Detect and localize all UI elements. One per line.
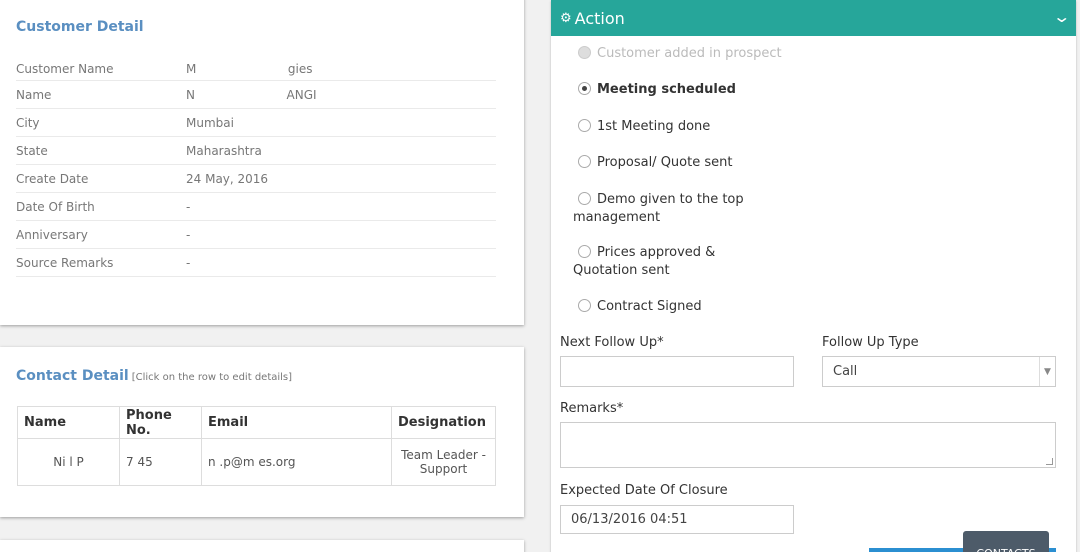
stage-label: 1st Meeting done	[597, 119, 711, 134]
table-row[interactable]: Ni l P 7 45 n .p@m es.org Team Leader - …	[17, 438, 496, 486]
column-header-phone: Phone No.	[119, 406, 202, 439]
contact-table: Name Phone No. Email Designation Ni l P …	[17, 406, 496, 486]
radio-icon[interactable]	[578, 245, 591, 258]
detail-label: Create Date	[16, 171, 89, 186]
customer-detail-title: Customer Detail	[16, 19, 144, 35]
next-follow-up-label: Next Follow Up*	[560, 335, 664, 350]
action-panel: ⚙ Action ⌄ Customer added in prospect Me…	[551, 0, 1076, 552]
detail-label: Name	[16, 87, 52, 102]
detail-label: City	[16, 115, 40, 130]
next-follow-up-input[interactable]	[560, 356, 794, 387]
stage-label: Contract Signed	[597, 299, 702, 314]
stage-label: Meeting scheduled	[597, 82, 736, 97]
contact-email-cell: n .p@m es.org	[201, 438, 392, 486]
stage-label: Demo given to the top management	[573, 192, 744, 225]
detail-label: Date Of Birth	[16, 199, 95, 214]
action-header[interactable]: ⚙ Action ⌄	[551, 0, 1076, 36]
contacts-tab-button[interactable]: CONTACTS	[963, 531, 1049, 552]
stage-radio-demo[interactable]: Demo given to the top management	[573, 191, 773, 227]
detail-value: Mumbai	[186, 115, 234, 130]
cogs-icon: ⚙	[560, 10, 572, 26]
contact-phone-cell: 7 45	[119, 438, 202, 486]
radio-icon[interactable]	[578, 119, 591, 132]
detail-value: -	[186, 227, 191, 242]
detail-label: State	[16, 143, 48, 158]
detail-label: Source Remarks	[16, 255, 114, 270]
radio-icon[interactable]	[578, 192, 591, 205]
chevron-down-icon: ▼	[1039, 357, 1055, 386]
column-header-name: Name	[17, 406, 120, 439]
detail-row-name: Name N ANGI	[16, 81, 496, 109]
detail-value: Maharashtra	[186, 143, 262, 158]
stage-radio-contract-signed[interactable]: Contract Signed	[573, 298, 833, 316]
stage-radio-prices-approved[interactable]: Prices approved & Quotation sent	[573, 244, 773, 280]
customer-detail-table: Customer Name M gies Name N ANGI City Mu…	[16, 57, 496, 277]
detail-row-date-of-birth: Date Of Birth -	[16, 193, 496, 221]
follow-up-type-value: Call	[833, 364, 858, 379]
contact-name-cell: Ni l P	[17, 438, 120, 486]
detail-row-anniversary: Anniversary -	[16, 221, 496, 249]
follow-up-type-label: Follow Up Type	[822, 335, 919, 350]
detail-value: M gies	[186, 61, 313, 76]
detail-value: -	[186, 199, 191, 214]
column-header-email: Email	[201, 406, 392, 439]
stage-label: Proposal/ Quote sent	[597, 155, 733, 170]
expected-closure-label: Expected Date Of Closure	[560, 483, 728, 498]
radio-icon[interactable]	[578, 155, 591, 168]
stage-radio-proposal[interactable]: Proposal/ Quote sent	[573, 154, 833, 172]
expected-closure-input[interactable]: 06/13/2016 04:51	[560, 505, 794, 534]
action-title: Action	[574, 8, 625, 28]
column-header-designation: Designation	[391, 406, 496, 439]
detail-row-city: City Mumbai	[16, 109, 496, 137]
contact-table-header: Name Phone No. Email Designation	[17, 406, 496, 439]
remarks-textarea[interactable]	[560, 422, 1056, 468]
follow-up-type-select[interactable]: Call ▼	[822, 356, 1056, 387]
detail-value: N ANGI	[186, 87, 317, 102]
stage-label: Prices approved & Quotation sent	[573, 245, 716, 278]
contact-detail-heading: Contact Detail [Click on the row to edit …	[16, 368, 292, 384]
chevron-down-icon[interactable]: ⌄	[1052, 7, 1071, 26]
stage-radio-customer-added: Customer added in prospect	[573, 45, 833, 63]
radio-icon[interactable]	[578, 299, 591, 312]
detail-label: Anniversary	[16, 227, 88, 242]
detail-row-source-remarks: Source Remarks -	[16, 249, 496, 277]
radio-icon[interactable]	[578, 82, 591, 95]
detail-value: -	[186, 255, 191, 270]
contact-detail-hint: [Click on the row to edit details]	[131, 372, 293, 383]
contact-designation-cell: Team Leader - Support	[391, 438, 496, 486]
remarks-label: Remarks*	[560, 401, 624, 416]
stage-label: Customer added in prospect	[597, 46, 782, 61]
detail-value: 24 May, 2016	[186, 171, 269, 186]
lower-card	[0, 540, 524, 552]
contact-detail-card: Contact Detail [Click on the row to edit …	[0, 347, 524, 517]
detail-label: Customer Name	[16, 61, 114, 76]
detail-row-create-date: Create Date 24 May, 2016	[16, 165, 496, 193]
customer-detail-card: Customer Detail Customer Name M gies Nam…	[0, 0, 524, 325]
detail-row-customer-name: Customer Name M gies	[16, 57, 496, 81]
resize-handle-icon[interactable]	[1046, 458, 1053, 465]
stage-radio-1st-meeting[interactable]: 1st Meeting done	[573, 118, 833, 136]
contact-detail-title: Contact Detail	[16, 368, 129, 384]
detail-row-state: State Maharashtra	[16, 137, 496, 165]
radio-icon	[578, 46, 591, 59]
stage-radio-meeting-scheduled[interactable]: Meeting scheduled	[573, 81, 833, 99]
